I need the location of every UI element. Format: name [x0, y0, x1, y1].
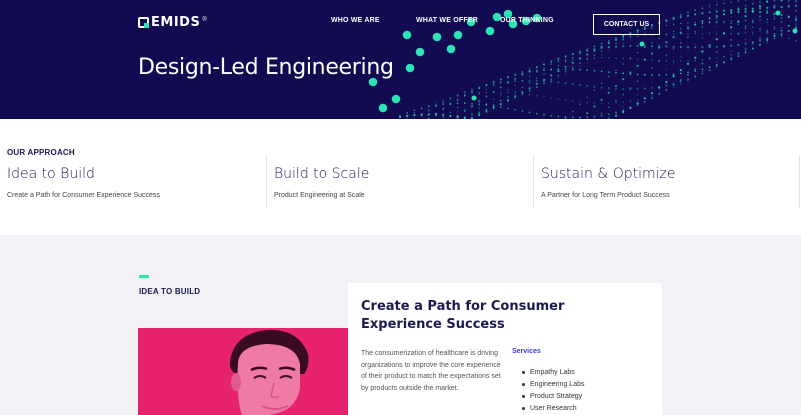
approach-section: OUR APPROACH Idea to Build Create a Path…: [0, 119, 801, 235]
section-accent-bar: [139, 275, 149, 278]
service-item[interactable]: User Research: [512, 402, 585, 414]
logo-mark-icon: [138, 17, 149, 28]
bullet-icon: [522, 406, 525, 410]
logo-registered: ®: [202, 16, 207, 23]
service-label: Product Strategy: [530, 392, 583, 400]
service-label: Empathy Labs: [530, 369, 575, 377]
card-body-text: The consumerization of healthcare is dri…: [361, 350, 501, 393]
person-photo: [138, 328, 350, 415]
person-portrait-image: [138, 328, 350, 415]
service-label: User Research: [530, 404, 577, 412]
idea-to-build-card: Create a Path for Consumer Experience Su…: [348, 283, 662, 415]
services-label: Services: [512, 348, 541, 355]
nav-who-we-are[interactable]: WHO WE ARE: [331, 17, 380, 24]
approach-column-subtitle: Product Engineering at Scale: [274, 192, 365, 199]
approach-column-subtitle: Create a Path for Consumer Experience Su…: [7, 192, 160, 199]
contact-us-button[interactable]: CONTACT US: [593, 14, 660, 35]
emids-logo[interactable]: EMIDS ®: [138, 15, 207, 30]
service-label: Engineering Labs: [530, 381, 585, 389]
hero-title: Design-Led Engineering: [138, 55, 394, 80]
bullet-icon: [522, 383, 525, 387]
bullet-icon: [522, 394, 525, 398]
nav-our-thinking[interactable]: OUR THINKING: [500, 17, 554, 24]
hero-banner: EMIDS ® WHO WE ARE WHAT WE OFFER OUR THI…: [0, 0, 801, 119]
column-divider: [799, 156, 800, 208]
service-item[interactable]: Engineering Labs: [512, 379, 585, 391]
nav-what-we-offer[interactable]: WHAT WE OFFER: [416, 17, 478, 24]
approach-column-subtitle: A Partner for Long Term Product Success: [541, 192, 670, 199]
hero-dot-pattern: [368, 0, 798, 119]
approach-column-title: Sustain & Optimize: [541, 166, 676, 182]
column-divider: [533, 156, 534, 208]
bullet-icon: [522, 371, 525, 375]
approach-column-title: Idea to Build: [7, 166, 95, 182]
services-list: Empathy Labs Engineering Labs Product St…: [512, 367, 585, 414]
approach-label: OUR APPROACH: [7, 148, 75, 157]
service-item[interactable]: Empathy Labs: [512, 367, 585, 379]
approach-column-title: Build to Scale: [274, 166, 370, 182]
section-label: IDEA TO BUILD: [139, 287, 201, 296]
card-title: Create a Path for Consumer Experience Su…: [361, 299, 565, 332]
service-item[interactable]: Product Strategy: [512, 391, 585, 403]
logo-text: EMIDS: [151, 15, 201, 30]
column-divider: [266, 156, 267, 208]
